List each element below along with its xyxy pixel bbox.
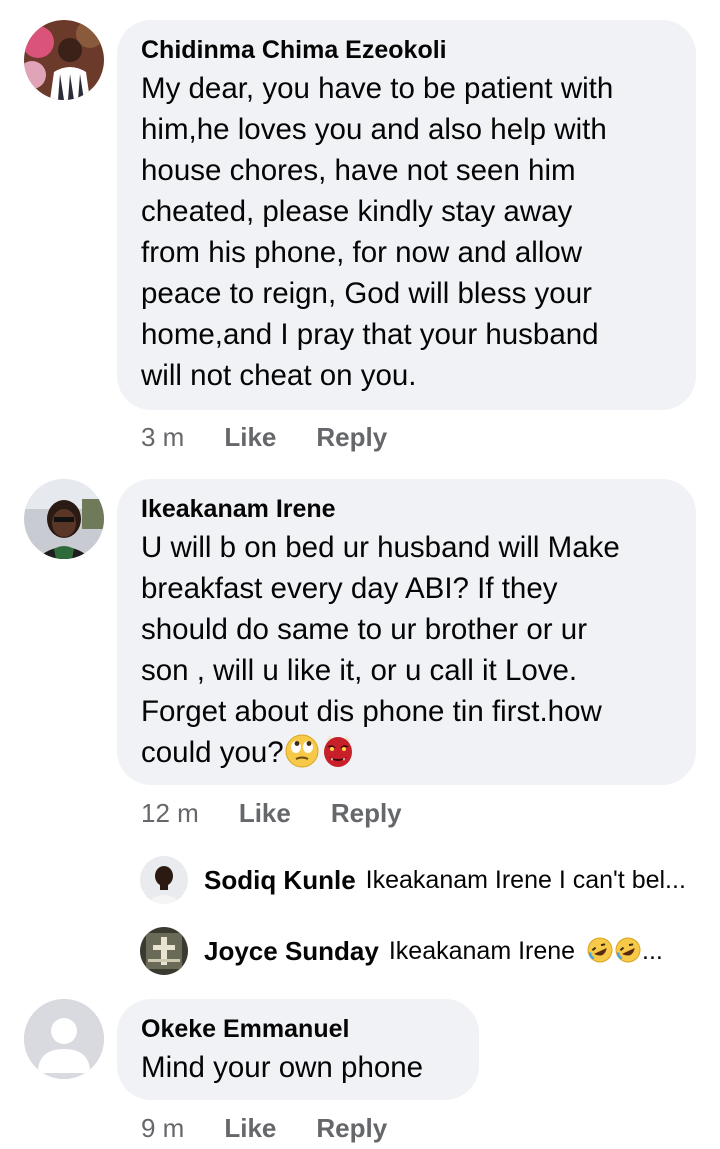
like-button[interactable]: Like [224, 1113, 276, 1144]
comment-meta: 12 m Like Reply [141, 798, 402, 829]
profile-photo-icon [140, 927, 188, 975]
comment-author[interactable]: Chidinma Chima Ezeokoli [141, 34, 672, 66]
face-with-rolling-eyes-icon [285, 734, 319, 768]
comment-timestamp[interactable]: 3 m [141, 422, 184, 453]
comment-bubble: Ikeakanam Irene U will b on bed ur husba… [117, 479, 696, 785]
default-avatar[interactable] [24, 999, 104, 1079]
comment-bubble: Okeke Emmanuel Mind your own phone [117, 999, 479, 1100]
avatar[interactable] [140, 927, 188, 975]
reply-text: Ikeakanam Irene ... [389, 936, 663, 966]
rolling-on-floor-laughing-icon [587, 937, 613, 963]
comment-meta: 9 m Like Reply [141, 1113, 387, 1144]
avatar[interactable] [24, 20, 104, 100]
comment-text: My dear, you have to be patient with him… [141, 72, 614, 392]
comment-author[interactable]: Ikeakanam Irene [141, 493, 672, 525]
comment-meta: 3 m Like Reply [141, 422, 387, 453]
comment-text: U will b on bed ur husband will Make bre… [141, 531, 620, 769]
default-profile-icon [24, 999, 104, 1079]
comment-text: Mind your own phone [141, 1051, 424, 1084]
comment-bubble: Chidinma Chima Ezeokoli My dear, you hav… [117, 20, 696, 410]
profile-photo-icon [24, 20, 104, 100]
reply-author[interactable]: Sodiq Kunle [204, 865, 356, 896]
like-button[interactable]: Like [239, 798, 291, 829]
reply-text: Ikeakanam Irene I can't bel... [365, 865, 686, 894]
reply-author[interactable]: Joyce Sunday [204, 936, 379, 967]
avatar[interactable] [140, 856, 188, 904]
comment-timestamp[interactable]: 12 m [141, 798, 199, 829]
reply-button[interactable]: Reply [331, 798, 402, 829]
avatar[interactable] [24, 479, 104, 559]
profile-photo-icon [140, 856, 188, 904]
reply-preview[interactable]: Joyce Sunday Ikeakanam Irene ... [140, 926, 663, 976]
like-button[interactable]: Like [224, 422, 276, 453]
rolling-on-floor-laughing-icon [615, 937, 641, 963]
profile-photo-icon [24, 479, 104, 559]
ogre-icon [323, 735, 352, 767]
comment-author[interactable]: Okeke Emmanuel [141, 1013, 455, 1045]
comment-timestamp[interactable]: 9 m [141, 1113, 184, 1144]
reply-preview[interactable]: Sodiq Kunle Ikeakanam Irene I can't bel.… [140, 855, 686, 905]
reply-button[interactable]: Reply [316, 1113, 387, 1144]
reply-button[interactable]: Reply [316, 422, 387, 453]
